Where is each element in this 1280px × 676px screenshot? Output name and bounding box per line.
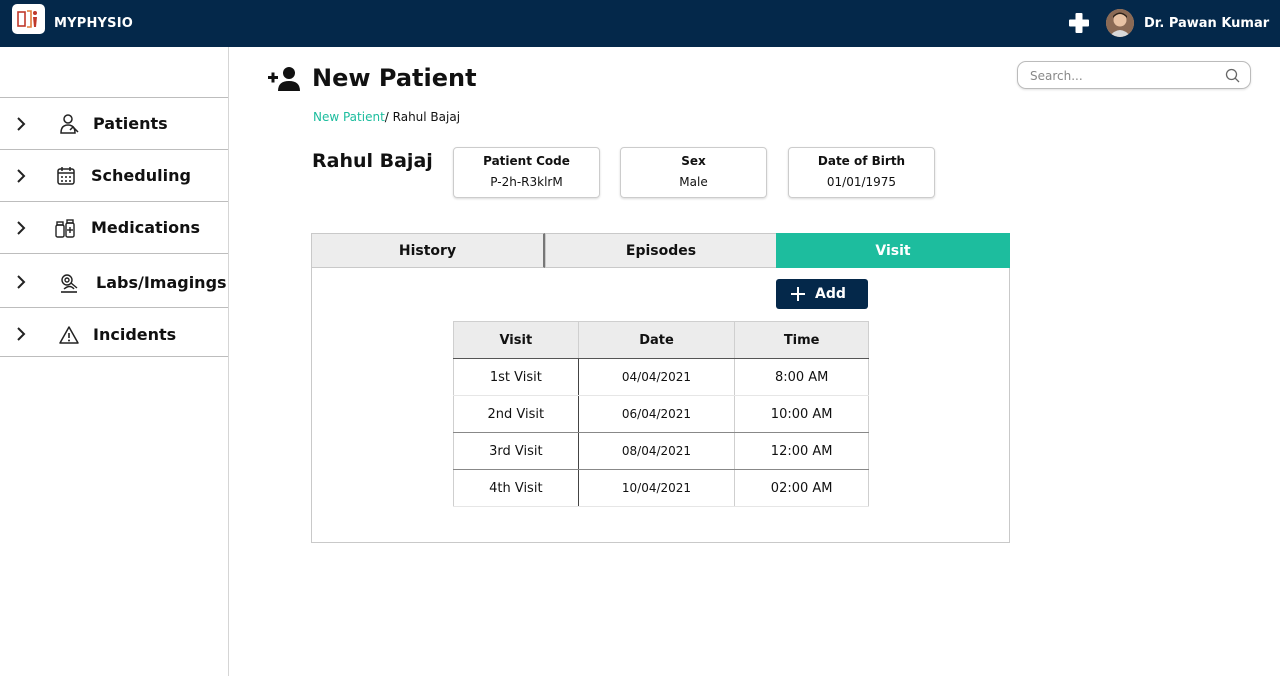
sidebar-item-label: Scheduling <box>91 166 191 185</box>
time-cell: 10:00 AM <box>734 395 869 433</box>
add-visit-label: Add <box>815 286 846 302</box>
sidebar-item-incidents[interactable]: Incidents <box>0 308 228 357</box>
chevron-right-icon <box>17 275 26 289</box>
sidebar-item-patients[interactable]: Patients <box>0 98 228 150</box>
column-header-time[interactable]: Time <box>734 321 869 359</box>
date-cell: 10/04/2021 <box>577 469 736 507</box>
add-user-icon <box>268 67 300 91</box>
chevron-right-icon <box>17 327 26 341</box>
chevron-right-icon <box>17 221 26 235</box>
warning-icon <box>59 326 79 344</box>
sidebar-item-label: Labs/Imagings <box>96 273 227 292</box>
date-cell: 08/04/2021 <box>577 432 736 470</box>
sidebar-item-labs-imagings[interactable]: Labs/Imagings <box>0 254 228 308</box>
chevron-right-icon <box>17 117 26 131</box>
patient-code-card: Patient Code P-2h-R3klrM <box>453 147 600 198</box>
user-name[interactable]: Dr. Pawan Kumar <box>1144 16 1269 31</box>
medication-icon <box>55 219 75 238</box>
search-input[interactable] <box>1030 67 1220 85</box>
column-header-visit[interactable]: Visit <box>453 321 579 359</box>
date-cell: 04/04/2021 <box>577 358 736 396</box>
avatar[interactable] <box>1106 9 1134 37</box>
sidebar: Patients Scheduling Medications Labs/Ima… <box>0 47 229 676</box>
plus-icon[interactable] <box>1068 12 1090 34</box>
dob-label: Date of Birth <box>817 154 906 168</box>
calendar-icon <box>57 167 75 185</box>
tab-history[interactable]: History <box>311 233 545 268</box>
sex-card: Sex Male <box>620 147 767 198</box>
visit-cell: 3rd Visit <box>453 432 579 470</box>
time-cell: 8:00 AM <box>734 358 869 396</box>
sex-value: Male <box>679 175 708 189</box>
microscope-icon <box>61 274 78 293</box>
sidebar-item-label: Medications <box>91 218 201 237</box>
logo-icon <box>17 10 37 28</box>
breadcrumb-current: / Rahul Bajaj <box>384 110 461 124</box>
visit-table: Visit Date Time 1st Visit 04/04/2021 8:0… <box>453 321 869 507</box>
plus-icon <box>791 287 805 301</box>
sidebar-item-label: Patients <box>93 114 168 133</box>
app-title: MYPHYSIO <box>54 16 134 31</box>
tab-visit[interactable]: Visit <box>776 233 1010 268</box>
patient-code-label: Patient Code <box>483 154 570 168</box>
patient-name: Rahul Bajaj <box>312 150 433 172</box>
sidebar-item-label: Incidents <box>93 325 177 344</box>
search-box <box>1017 61 1251 89</box>
visit-cell: 1st Visit <box>453 358 579 396</box>
table-row[interactable]: 2nd Visit 06/04/2021 10:00 AM <box>453 395 869 433</box>
dob-value: 01/01/1975 <box>826 175 897 189</box>
table-row[interactable]: 1st Visit 04/04/2021 8:00 AM <box>453 358 869 396</box>
visit-cell: 2nd Visit <box>453 395 579 433</box>
top-bar: MYPHYSIO Dr. Pawan Kumar <box>0 0 1280 47</box>
visit-cell: 4th Visit <box>453 469 579 507</box>
patient-tabs: History Episodes Visit <box>311 233 1010 268</box>
column-header-date[interactable]: Date <box>577 321 736 359</box>
patient-icon <box>60 114 79 134</box>
dob-card: Date of Birth 01/01/1975 <box>788 147 935 198</box>
sex-label: Sex <box>681 154 706 168</box>
sidebar-item-medications[interactable]: Medications <box>0 202 228 254</box>
table-header-row: Visit Date Time <box>453 321 869 359</box>
tab-episodes[interactable]: Episodes <box>545 233 777 268</box>
add-visit-button[interactable]: Add <box>776 279 868 309</box>
breadcrumb-link[interactable]: New Patient <box>313 110 385 124</box>
chevron-right-icon <box>17 169 26 183</box>
table-row[interactable]: 4th Visit 10/04/2021 02:00 AM <box>453 469 869 507</box>
patient-code-value: P-2h-R3klrM <box>490 175 563 189</box>
time-cell: 02:00 AM <box>734 469 869 507</box>
search-icon[interactable] <box>1225 68 1240 83</box>
app-logo[interactable] <box>12 4 45 34</box>
page-title: New Patient <box>312 64 477 92</box>
breadcrumb: New Patient/ Rahul Bajaj <box>313 110 460 124</box>
date-cell: 06/04/2021 <box>577 395 736 433</box>
user-avatar-icon <box>1106 9 1134 37</box>
sidebar-item-scheduling[interactable]: Scheduling <box>0 150 228 202</box>
table-row[interactable]: 3rd Visit 08/04/2021 12:00 AM <box>453 432 869 470</box>
time-cell: 12:00 AM <box>734 432 869 470</box>
